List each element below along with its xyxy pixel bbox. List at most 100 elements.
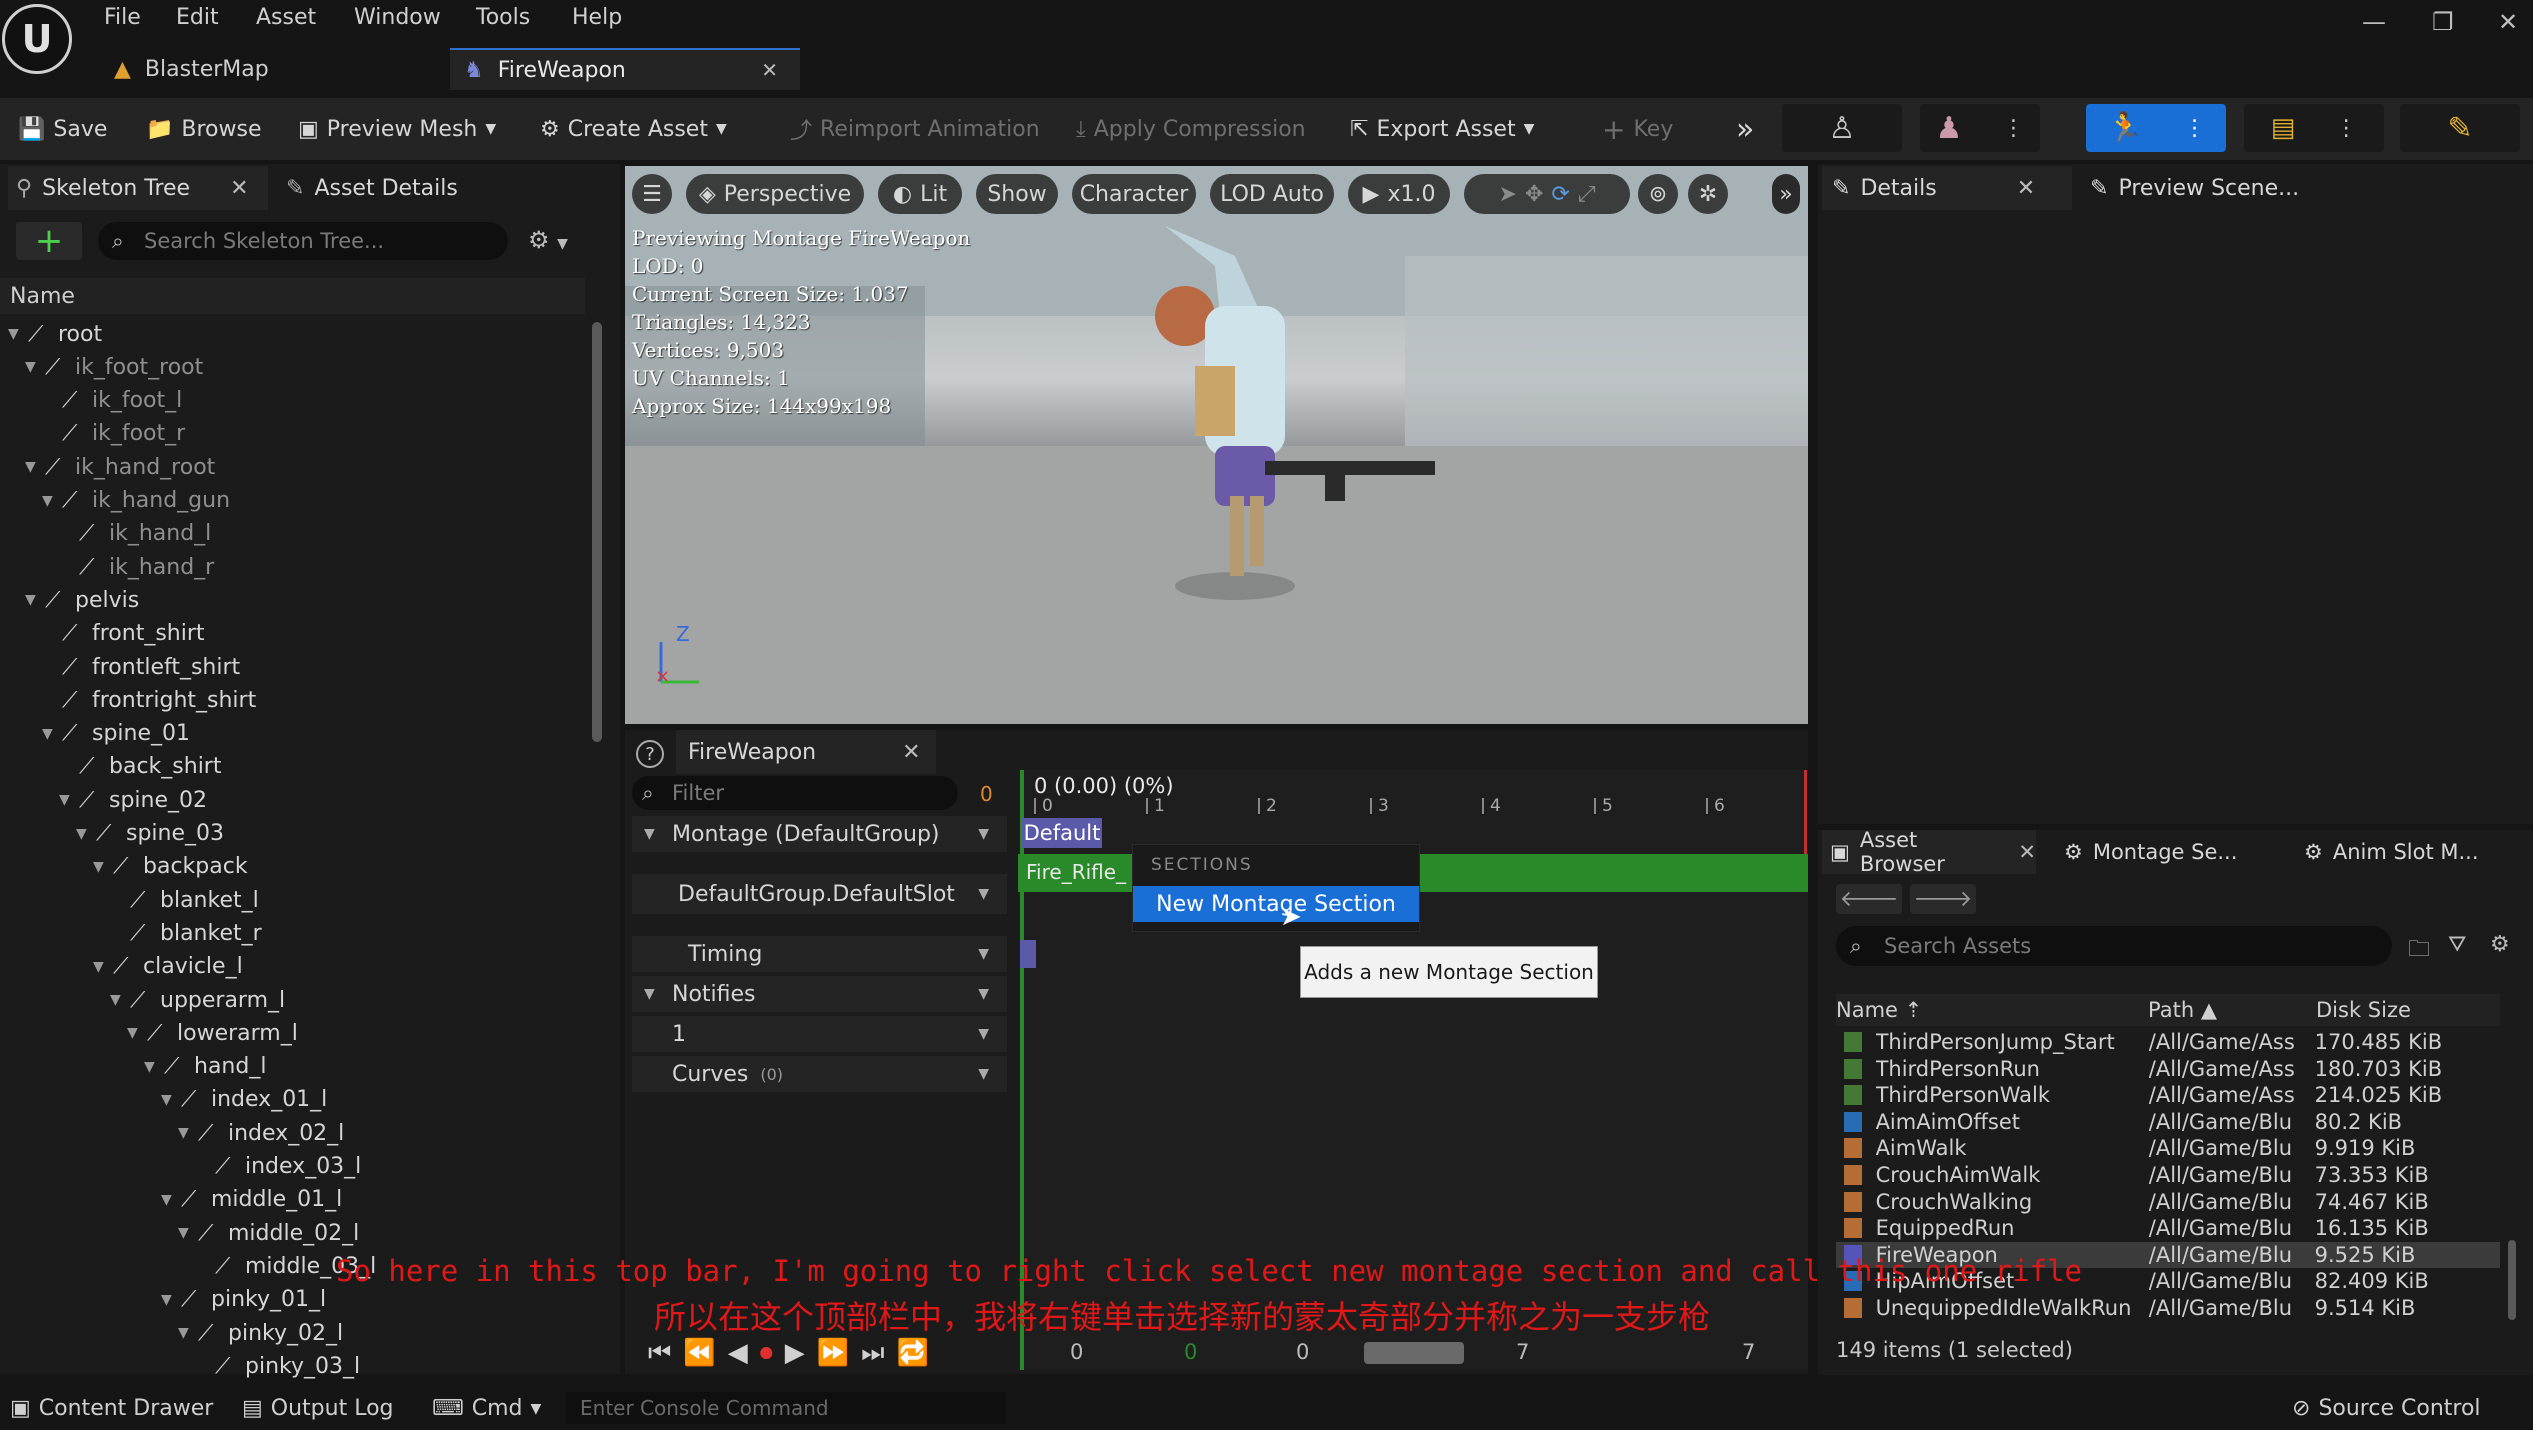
transform-tools[interactable]: ➤ ✥ ⟳ ⤢ — [1464, 174, 1630, 214]
asset-row[interactable]: AimAimOffset/All/Game/Blu 80.2 KiB — [1836, 1109, 2500, 1135]
lit-button[interactable]: ◐ Lit — [878, 174, 962, 214]
filter-input[interactable]: ⌕ Filter — [632, 776, 958, 810]
menu-file[interactable]: File — [104, 5, 141, 30]
bone-row-pinky-02-l[interactable]: ▼ ⟋ pinky_02_l — [178, 1317, 343, 1349]
perspective-button[interactable]: ◈ Perspective — [686, 174, 864, 214]
asset-search-input[interactable]: ⌕ Search Assets — [1836, 926, 2392, 966]
save-button[interactable]: 💾 Save — [18, 110, 107, 148]
expand-toggle-icon[interactable]: ▼ — [25, 459, 45, 475]
step-forward-icon[interactable]: ⏩ — [817, 1338, 849, 1369]
chevron-down-icon[interactable]: ▼ — [978, 886, 989, 902]
browse-button[interactable]: 📁 Browse — [146, 110, 262, 148]
collapse-icon[interactable]: ▼ — [644, 826, 655, 842]
bone-row-pelvis[interactable]: ▼ ⟋ pelvis — [25, 584, 139, 616]
bone-row-ik-foot-r[interactable]: ⟋ ik_foot_r — [42, 418, 185, 450]
bone-row-blanket-r[interactable]: ⟋ blanket_r — [110, 917, 262, 949]
bone-row-lowerarm-l[interactable]: ▼ ⟋ lowerarm_l — [127, 1017, 298, 1049]
chevron-down-icon[interactable]: ▼ — [978, 986, 989, 1002]
tab-details[interactable]: ✎ Details ✕ — [1822, 166, 2072, 210]
settings-gear-icon[interactable]: ⚙ — [2490, 932, 2510, 957]
add-bone-button[interactable]: + — [16, 221, 82, 261]
tab-montage-sections[interactable]: ⚙ Montage Se... — [2064, 830, 2264, 874]
physics-mode-button[interactable]: ✎ — [2400, 104, 2520, 152]
expand-toggle-icon[interactable]: ▼ — [8, 326, 28, 342]
tab-blastermap[interactable]: ▲ BlasterMap — [100, 48, 440, 90]
collapse-icon[interactable]: ▼ — [644, 986, 655, 1002]
bone-row-frontright-shirt[interactable]: ⟋ frontright_shirt — [42, 684, 256, 716]
play-icon[interactable]: ▶ — [785, 1338, 805, 1369]
tab-asset-browser[interactable]: ▣ Asset Browser ✕ — [1822, 828, 2036, 876]
blueprint-mode-button[interactable]: ▤ ⋮ — [2244, 104, 2384, 152]
timeline-scrollbar[interactable] — [1364, 1342, 1464, 1364]
curves-track[interactable]: Curves (0) ▼ — [632, 1056, 1007, 1092]
asset-row[interactable]: CrouchWalking/All/Game/Blu 74.467 KiB — [1836, 1189, 2500, 1215]
bone-row-upperarm-l[interactable]: ▼ ⟋ upperarm_l — [110, 984, 285, 1016]
playback-speed-button[interactable]: ▶ x1.0 — [1348, 174, 1450, 214]
play-reverse-icon[interactable]: ◀ — [728, 1338, 748, 1369]
bone-row-pinky-03-l[interactable]: ⟋ pinky_03_l — [195, 1350, 360, 1382]
tab-skeleton-tree[interactable]: ⚲ Skeleton Tree ✕ — [8, 166, 268, 210]
apply-compression-button[interactable]: ⤓ Apply Compression — [1076, 110, 1306, 148]
expand-toggle-icon[interactable]: ▼ — [161, 1192, 181, 1208]
bone-row-frontleft-shirt[interactable]: ⟋ frontleft_shirt — [42, 651, 240, 683]
bone-row-blanket-l[interactable]: ⟋ blanket_l — [110, 884, 259, 916]
expand-toggle-icon[interactable]: ▼ — [25, 359, 45, 375]
bone-row-index-01-l[interactable]: ▼ ⟋ index_01_l — [161, 1084, 327, 1116]
bone-row-pinky-01-l[interactable]: ▼ ⟋ pinky_01_l — [161, 1284, 326, 1316]
bone-row-index-02-l[interactable]: ▼ ⟋ index_02_l — [178, 1117, 344, 1149]
expand-toggle-icon[interactable]: ▼ — [93, 959, 113, 975]
restore-icon[interactable]: ❐ — [2432, 8, 2454, 36]
bone-row-spine-01[interactable]: ▼ ⟋ spine_01 — [42, 718, 190, 750]
bone-row-ik-hand-gun[interactable]: ▼ ⟋ ik_hand_gun — [42, 485, 230, 517]
chevron-down-icon[interactable]: ▼ — [978, 946, 989, 962]
preview-mesh-button[interactable]: ▣ Preview Mesh ▼ — [298, 110, 496, 148]
column-path[interactable]: Path ▲ — [2148, 998, 2217, 1022]
snap-icon[interactable]: ✲ — [1688, 174, 1728, 214]
expand-toggle-icon[interactable]: ▼ — [93, 859, 113, 875]
asset-row[interactable]: EquippedRun/All/Game/Blu 16.135 KiB — [1836, 1215, 2500, 1241]
bone-row-spine-03[interactable]: ▼ ⟋ spine_03 — [76, 818, 224, 850]
expand-toggle-icon[interactable]: ▼ — [127, 1025, 147, 1041]
minimize-icon[interactable]: — — [2362, 8, 2386, 36]
rotate-icon[interactable]: ⟳ — [1551, 182, 1569, 207]
animation-mode-button[interactable]: 🏃 ⋮ — [2086, 104, 2226, 152]
step-back-icon[interactable]: ⏪ — [683, 1338, 715, 1369]
default-slot-track[interactable]: DefaultGroup.DefaultSlot ▼ — [632, 874, 1007, 914]
expand-toggle-icon[interactable]: ▼ — [178, 1125, 198, 1141]
scale-icon[interactable]: ⤢ — [1578, 182, 1596, 207]
mesh-mode-button[interactable]: ♟ ⋮ — [1920, 104, 2040, 152]
tab-asset-details[interactable]: ✎ Asset Details — [278, 166, 578, 210]
bone-row-ik-foot-root[interactable]: ▼ ⟋ ik_foot_root — [25, 351, 203, 383]
lod-button[interactable]: LOD Auto — [1210, 174, 1334, 214]
menu-tools[interactable]: Tools — [476, 5, 530, 30]
close-tab-icon[interactable]: ✕ — [761, 58, 778, 82]
content-drawer-button[interactable]: ▣ Content Drawer — [10, 1396, 213, 1421]
filter-icon[interactable]: ⛛ — [2448, 932, 2466, 957]
camera-icon[interactable]: ⊚ — [1638, 174, 1678, 214]
bone-row-spine-02[interactable]: ▼ ⟋ spine_02 — [59, 784, 207, 816]
close-tab-icon[interactable]: ✕ — [2018, 840, 2036, 864]
notifies-track[interactable]: ▼ Notifies ▼ — [632, 976, 1007, 1012]
expand-toggle-icon[interactable]: ▼ — [76, 826, 96, 842]
more-toolbar-icon[interactable]: » — [1736, 110, 1754, 148]
expand-toggle-icon[interactable]: ▼ — [110, 992, 130, 1008]
new-montage-section-item[interactable]: New Montage Section — [1133, 886, 1419, 922]
expand-toggle-icon[interactable]: ▼ — [144, 1059, 164, 1075]
bone-row-back-shirt[interactable]: ⟋ back_shirt — [59, 751, 221, 783]
menu-asset[interactable]: Asset — [256, 5, 316, 30]
asset-row[interactable]: ThirdPersonWalk/All/Game/Ass 214.025 KiB — [1836, 1082, 2500, 1108]
cmd-dropdown[interactable]: ⌨ Cmd ▼ — [432, 1396, 541, 1421]
bone-row-hand-l[interactable]: ▼ ⟋ hand_l — [144, 1051, 266, 1083]
expand-toggle-icon[interactable]: ▼ — [42, 726, 62, 742]
bone-row-clavicle-l[interactable]: ▼ ⟋ clavicle_l — [93, 951, 243, 983]
bone-row-ik-hand-l[interactable]: ⟋ ik_hand_l — [59, 518, 211, 550]
bone-row-middle-02-l[interactable]: ▼ ⟋ middle_02_l — [178, 1217, 359, 1249]
skip-to-start-icon[interactable]: ⏮ — [648, 1338, 671, 1369]
skeleton-mode-button[interactable]: ♙ — [1782, 104, 1902, 152]
bone-row-front-shirt[interactable]: ⟋ front_shirt — [42, 618, 205, 650]
bone-row-ik-hand-r[interactable]: ⟋ ik_hand_r — [59, 551, 214, 583]
character-button[interactable]: Character — [1072, 174, 1196, 214]
menu-help[interactable]: Help — [572, 5, 622, 30]
column-name[interactable]: Name ⇡ — [1836, 998, 1922, 1022]
close-tab-icon[interactable]: ✕ — [2017, 176, 2035, 201]
